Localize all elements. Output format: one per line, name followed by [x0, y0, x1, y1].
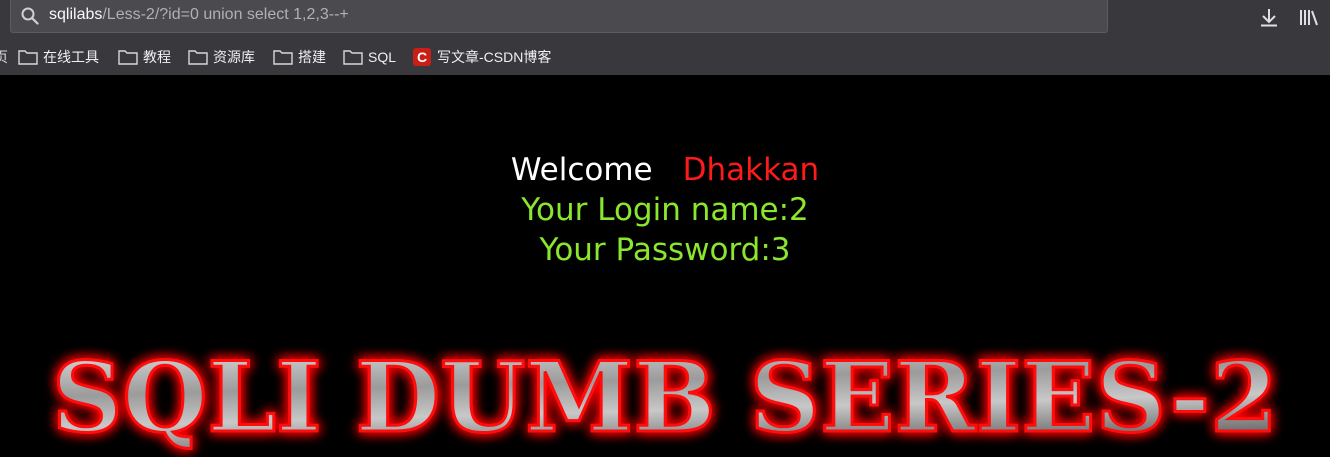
- url-path: /Less-2/?id=0 union select 1,2,3--+: [102, 6, 349, 23]
- search-icon: [21, 7, 39, 25]
- folder-icon: [343, 50, 363, 65]
- csdn-logo-icon: C: [413, 48, 431, 66]
- bookmark-setup[interactable]: 搭建: [273, 46, 326, 68]
- bookmark-label: 教程: [143, 49, 171, 65]
- folder-icon: [18, 50, 38, 65]
- bookmark-online-tools[interactable]: 在线工具: [18, 46, 99, 68]
- banner-text: SQLI DUMB SERIES-2: [52, 345, 1278, 454]
- bookmark-resources[interactable]: 资源库: [188, 46, 255, 68]
- bookmarks-bar: 页 在线工具 教程 资源库 搭建 SQL C 写文章-CSDN博客: [0, 42, 1330, 72]
- folder-icon: [273, 50, 293, 65]
- download-icon[interactable]: [1258, 6, 1280, 28]
- bookmark-tutorials[interactable]: 教程: [118, 46, 171, 68]
- series-banner: SQLI DUMB SERIES-2: [51, 345, 1280, 456]
- url-host: sqlilabs: [49, 6, 103, 23]
- bookmark-sql[interactable]: SQL: [343, 46, 396, 68]
- bookmark-label: SQL: [368, 49, 397, 65]
- welcome-line: Welcome Dhakkan: [0, 150, 1330, 190]
- password-result: Your Password:3: [539, 232, 791, 268]
- login-name-result: Your Login name:2: [521, 192, 809, 228]
- bookmark-label: 写文章-CSDN博客: [437, 49, 552, 65]
- bookmark-label: 在线工具: [43, 49, 99, 65]
- url-text[interactable]: sqlilabs/Less-2/?id=0 union select 1,2,3…: [49, 6, 349, 24]
- page-content: Welcome Dhakkan Your Login name:2 Your Pa…: [0, 75, 1330, 457]
- bookmark-label: 资源库: [213, 49, 255, 65]
- folder-icon: [188, 50, 208, 65]
- bookmark-csdn[interactable]: C 写文章-CSDN博客: [413, 46, 551, 68]
- welcome-text: Welcome: [510, 152, 653, 188]
- bookmark-truncated[interactable]: 页: [0, 47, 8, 67]
- folder-icon: [118, 50, 138, 65]
- library-icon[interactable]: [1298, 6, 1320, 28]
- browser-toolbar: sqlilabs/Less-2/?id=0 union select 1,2,3…: [0, 0, 1330, 75]
- address-bar[interactable]: sqlilabs/Less-2/?id=0 union select 1,2,3…: [10, 0, 1108, 33]
- bookmark-label: 搭建: [298, 49, 326, 65]
- username-text: Dhakkan: [682, 152, 820, 188]
